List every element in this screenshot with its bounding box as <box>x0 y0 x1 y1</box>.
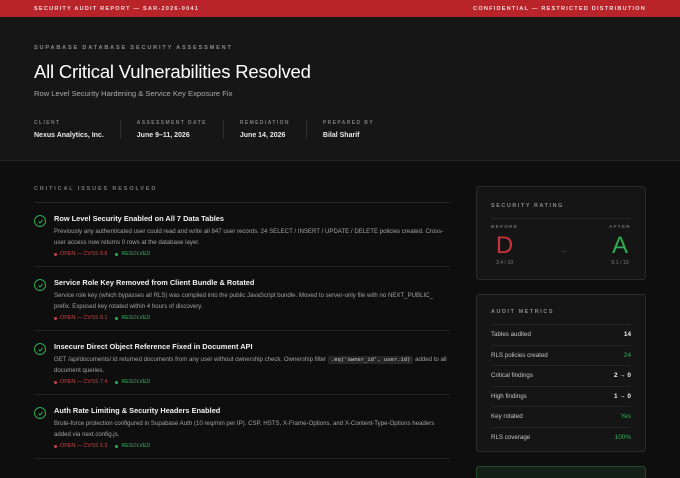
issue-title: Service Role Key Removed from Client Bun… <box>54 278 255 287</box>
report-subtitle: Row Level Security Hardening & Service K… <box>34 89 233 98</box>
open-status-tag: OPEN — CVSS 9.8 <box>54 251 107 257</box>
report-meta: CLIENT Nexus Analytics, Inc. ASSESSMENT … <box>34 120 646 139</box>
dot-icon <box>54 380 57 384</box>
meta-key: REMEDIATION <box>239 120 290 126</box>
arrow-right-icon: → <box>559 246 568 255</box>
metric-value: 24 <box>623 351 631 359</box>
dot-icon <box>115 380 119 384</box>
check-circle-icon <box>34 215 46 227</box>
issue-description: Service role key (which bypasses all RLS… <box>54 292 433 310</box>
issue-description-text: GET /api/documents/:id returned document… <box>54 356 328 363</box>
issue-title: Auth Rate Limiting & Security Headers En… <box>54 406 221 415</box>
meta-assessment-date: ASSESSMENT DATE June 9–11, 2026 <box>137 120 224 139</box>
check-circle-icon <box>34 343 46 355</box>
code-snippet: .eq('owner_id', user.id) <box>327 356 414 364</box>
metric-row: High findings 1 → 0 <box>491 387 631 407</box>
resolved-status-tag: RESOLVED <box>115 251 150 257</box>
meta-prepared-by: PREPARED BY Bilal Sharif <box>323 120 390 139</box>
check-circle-icon <box>34 407 46 419</box>
metric-row: Key rotated Yes <box>491 407 631 428</box>
dot-icon <box>54 252 57 256</box>
dot-icon <box>54 444 57 448</box>
issue-description: Brute-force protection configured in Sup… <box>54 420 435 438</box>
metric-label: Critical findings <box>491 372 533 380</box>
dot-icon <box>115 444 119 448</box>
meta-client: CLIENT Nexus Analytics, Inc. <box>34 120 121 139</box>
open-status-tag: OPEN — CVSS 7.4 <box>54 379 107 385</box>
meta-value: Nexus Analytics, Inc. <box>34 132 104 139</box>
resolved-status-text: RESOLVED <box>121 315 151 321</box>
report-id-label: SECURITY AUDIT REPORT — SAR-2026-0041 <box>34 5 200 12</box>
grade-before-score: 3.4 / 10 <box>495 260 514 266</box>
metric-value: 14 <box>623 331 631 339</box>
report-eyebrow: SUPABASE DATABASE SECURITY ASSESSMENT <box>34 45 233 51</box>
grade-after-score: 9.1 / 10 <box>611 260 629 266</box>
grade-before-letter: D <box>495 232 514 259</box>
metric-label: Key rotated <box>491 413 523 421</box>
issue-item: Auth Rate Limiting & Security Headers En… <box>34 395 450 459</box>
meta-key: CLIENT <box>34 120 61 126</box>
metric-label: High findings <box>491 392 527 400</box>
open-status-text: OPEN — CVSS 9.1 <box>60 315 108 321</box>
meta-value: Bilal Sharif <box>322 132 360 139</box>
meta-key: PREPARED BY <box>322 120 375 126</box>
issue-title: Row Level Security Enabled on All 7 Data… <box>54 214 225 223</box>
grade-after: AFTER A 9.1 / 10 <box>609 225 631 266</box>
dot-icon <box>54 316 57 320</box>
grade-before: BEFORE D 3.4 / 10 <box>491 225 518 266</box>
issue-item: Service Role Key Removed from Client Bun… <box>34 267 450 331</box>
metric-label: RLS coverage <box>491 434 531 442</box>
resolved-status-text: RESOLVED <box>121 251 151 257</box>
issue-title: Insecure Direct Object Reference Fixed i… <box>54 342 253 351</box>
metric-row: RLS coverage 100% <box>491 428 631 449</box>
open-status-text: OPEN — CVSS 7.4 <box>60 379 108 385</box>
audit-metrics-title: AUDIT METRICS <box>491 309 631 325</box>
resolved-status-tag: RESOLVED <box>115 315 150 321</box>
open-status-text: OPEN — CVSS 9.8 <box>60 251 108 257</box>
grade-after-letter: A <box>611 232 628 259</box>
metric-row: Tables audited 14 <box>491 325 631 346</box>
metric-label: RLS policies created <box>491 351 548 359</box>
issue-item: Row Level Security Enabled on All 7 Data… <box>34 203 450 267</box>
issues-section: CRITICAL ISSUES RESOLVED Row Level Secur… <box>34 186 450 459</box>
metric-value: Yes <box>620 413 631 421</box>
open-status-tag: OPEN — CVSS 5.3 <box>54 443 107 449</box>
resolved-status-tag: RESOLVED <box>115 443 150 449</box>
metric-value: 1 → 0 <box>613 392 631 400</box>
grade-before-label: BEFORE <box>491 225 519 230</box>
metric-row: Critical findings 2 → 0 <box>491 366 631 387</box>
report-header: SUPABASE DATABASE SECURITY ASSESSMENT Al… <box>0 17 680 161</box>
resolved-status-text: RESOLVED <box>121 379 151 385</box>
issues-section-title: CRITICAL ISSUES RESOLVED <box>34 186 450 203</box>
resolved-status-tag: RESOLVED <box>115 379 150 385</box>
metric-label: Tables audited <box>491 331 531 339</box>
metric-value: 100% <box>614 434 631 442</box>
meta-value: June 9–11, 2026 <box>136 132 190 139</box>
issue-description: Previously any authenticated user could … <box>54 228 444 246</box>
metric-row: RLS policies created 24 <box>491 346 631 366</box>
metric-value: 2 → 0 <box>613 372 631 380</box>
security-rating-title: SECURITY RATING <box>491 203 631 219</box>
resolved-status-text: RESOLVED <box>121 443 151 449</box>
meta-key: ASSESSMENT DATE <box>136 120 207 126</box>
open-status-tag: OPEN — CVSS 9.1 <box>54 315 107 321</box>
dot-icon <box>115 252 119 256</box>
open-status-text: OPEN — CVSS 5.3 <box>60 443 108 449</box>
issue-item: Insecure Direct Object Reference Fixed i… <box>34 331 450 395</box>
check-circle-icon <box>34 279 46 291</box>
dot-icon <box>115 316 119 320</box>
meta-value: June 14, 2026 <box>239 132 286 139</box>
issue-description: GET /api/documents/:id returned document… <box>54 355 450 376</box>
grade-after-label: AFTER <box>608 225 631 230</box>
confidential-label: CONFIDENTIAL — RESTRICTED DISTRIBUTION <box>473 5 646 12</box>
security-rating-card: SECURITY RATING BEFORE D 3.4 / 10 → AFTE… <box>476 186 646 280</box>
meta-remediation: REMEDIATION June 14, 2026 <box>240 120 307 139</box>
audit-metrics-card: AUDIT METRICS Tables audited 14 RLS poli… <box>476 294 646 452</box>
status-card-partial <box>476 466 646 478</box>
report-topbar: SECURITY AUDIT REPORT — SAR-2026-0041 CO… <box>0 0 680 17</box>
report-title: All Critical Vulnerabilities Resolved <box>34 61 311 82</box>
